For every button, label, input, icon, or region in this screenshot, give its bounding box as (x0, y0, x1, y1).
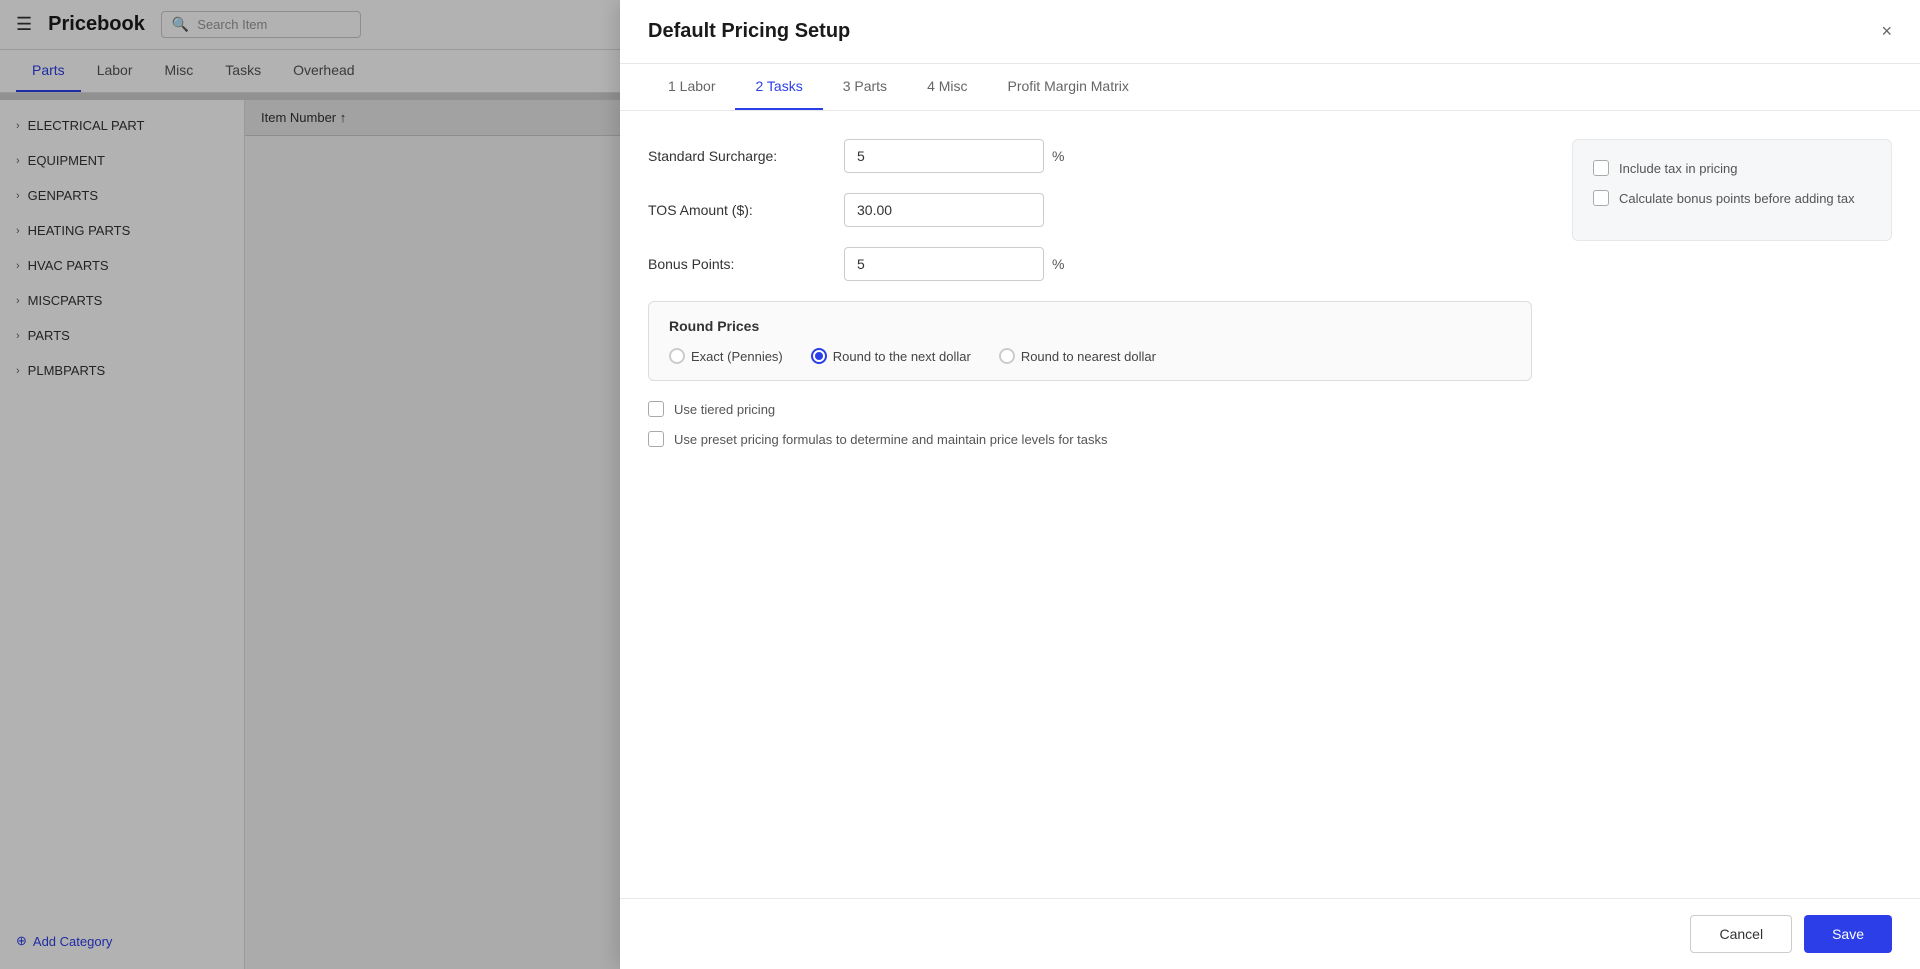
radio-label-exact: Exact (Pennies) (691, 349, 783, 364)
include-tax-row: Include tax in pricing (1593, 160, 1871, 176)
right-panel-content: Include tax in pricing Calculate bonus p… (1572, 139, 1892, 241)
modal-left-panel: Standard Surcharge: % TOS Amount ($): Bo… (648, 139, 1532, 870)
round-prices-box: Round Prices Exact (Pennies) Round to th… (648, 301, 1532, 381)
radio-exact-pennies[interactable]: Exact (Pennies) (669, 348, 783, 364)
standard-surcharge-label: Standard Surcharge: (648, 148, 828, 164)
modal-tabs: 1 Labor 2 Tasks 3 Parts 4 Misc Profit Ma… (620, 64, 1920, 111)
modal-tab-misc[interactable]: 4 Misc (907, 64, 987, 110)
bonus-points-row: Bonus Points: % (648, 247, 1532, 281)
bonus-points-unit: % (1052, 256, 1064, 272)
modal-footer: Cancel Save (620, 898, 1920, 969)
radio-btn-next-dollar[interactable] (811, 348, 827, 364)
default-pricing-modal: Default Pricing Setup × 1 Labor 2 Tasks … (620, 0, 1920, 969)
close-icon[interactable]: × (1881, 21, 1892, 42)
standard-surcharge-input-wrap: % (844, 139, 1532, 173)
radio-btn-exact[interactable] (669, 348, 685, 364)
calc-bonus-label: Calculate bonus points before adding tax (1619, 191, 1855, 206)
tos-amount-input[interactable] (844, 193, 1044, 227)
bonus-points-label: Bonus Points: (648, 256, 828, 272)
standard-surcharge-unit: % (1052, 148, 1064, 164)
modal-tab-tasks[interactable]: 2 Tasks (735, 64, 822, 110)
tiered-pricing-row: Use tiered pricing (648, 401, 1532, 417)
calc-bonus-row: Calculate bonus points before adding tax (1593, 190, 1871, 206)
round-prices-title: Round Prices (669, 318, 1511, 334)
modal-title: Default Pricing Setup (648, 20, 850, 43)
modal-tab-profit-margin[interactable]: Profit Margin Matrix (988, 64, 1149, 110)
save-button[interactable]: Save (1804, 915, 1892, 953)
radio-btn-nearest-dollar[interactable] (999, 348, 1015, 364)
radio-label-nearest-dollar: Round to nearest dollar (1021, 349, 1156, 364)
tiered-pricing-label: Use tiered pricing (674, 402, 775, 417)
tos-amount-label: TOS Amount ($): (648, 202, 828, 218)
radio-nearest-dollar[interactable]: Round to nearest dollar (999, 348, 1156, 364)
radio-next-dollar[interactable]: Round to the next dollar (811, 348, 971, 364)
modal-tab-parts[interactable]: 3 Parts (823, 64, 907, 110)
cancel-button[interactable]: Cancel (1690, 915, 1792, 953)
include-tax-label: Include tax in pricing (1619, 161, 1738, 176)
modal-right-panel: Include tax in pricing Calculate bonus p… (1572, 139, 1892, 870)
standard-surcharge-row: Standard Surcharge: % (648, 139, 1532, 173)
calc-bonus-checkbox[interactable] (1593, 190, 1609, 206)
modal-tab-labor[interactable]: 1 Labor (648, 64, 735, 110)
tos-amount-row: TOS Amount ($): (648, 193, 1532, 227)
modal-header: Default Pricing Setup × (620, 0, 1920, 64)
radio-label-next-dollar: Round to the next dollar (833, 349, 971, 364)
bonus-points-input[interactable] (844, 247, 1044, 281)
radio-group: Exact (Pennies) Round to the next dollar… (669, 348, 1511, 364)
tos-amount-input-wrap (844, 193, 1532, 227)
bonus-points-input-wrap: % (844, 247, 1532, 281)
preset-pricing-row: Use preset pricing formulas to determine… (648, 431, 1532, 447)
tiered-pricing-checkbox[interactable] (648, 401, 664, 417)
include-tax-checkbox[interactable] (1593, 160, 1609, 176)
preset-pricing-checkbox[interactable] (648, 431, 664, 447)
preset-pricing-label: Use preset pricing formulas to determine… (674, 432, 1108, 447)
modal-body: Standard Surcharge: % TOS Amount ($): Bo… (620, 111, 1920, 898)
standard-surcharge-input[interactable] (844, 139, 1044, 173)
